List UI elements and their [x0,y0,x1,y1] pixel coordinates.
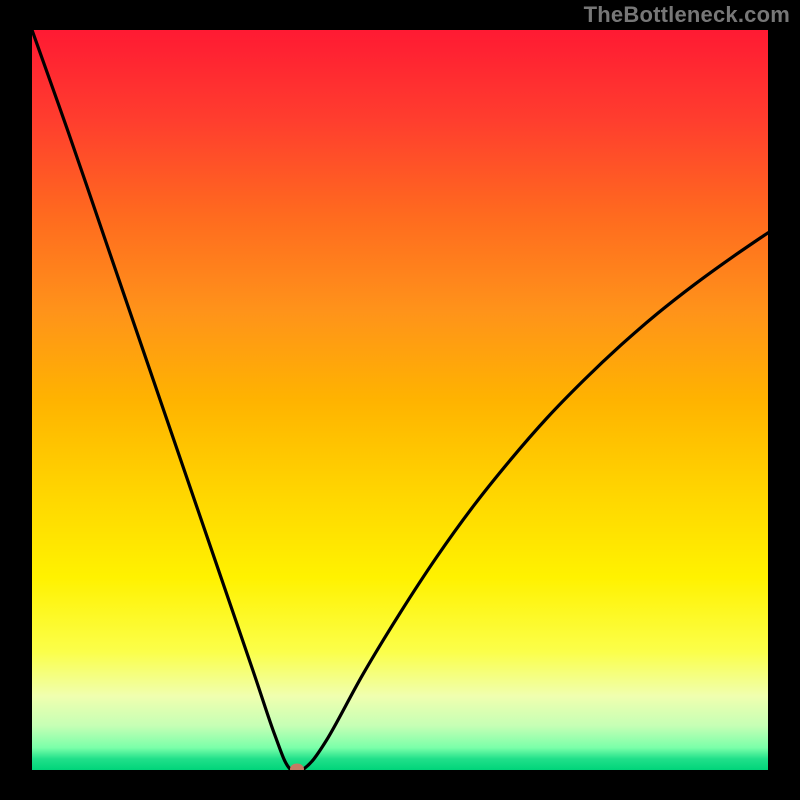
plot-area [32,30,768,770]
watermark-text: TheBottleneck.com [584,2,790,28]
minimum-marker-dot [290,763,304,770]
chart-container: TheBottleneck.com [0,0,800,800]
bottleneck-curve [32,30,768,770]
